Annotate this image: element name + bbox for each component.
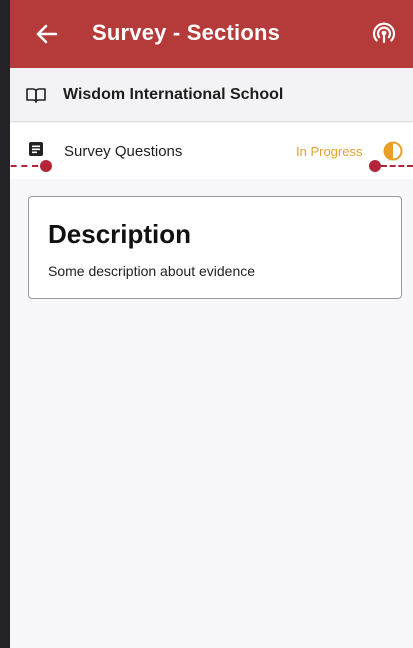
back-button[interactable] [34,22,60,46]
school-name: Wisdom International School [63,86,284,103]
podcast-button[interactable] [371,21,397,47]
connector-line-left [10,165,38,167]
podcast-icon [372,22,396,44]
arrow-left-icon [36,24,58,44]
description-title: Description [48,219,192,249]
half-circle-icon [383,141,403,161]
status-badge: In Progress [296,144,363,159]
app-screen: Survey - Sections Wisdom International S… [10,0,413,648]
connector-line-right [381,165,413,167]
connector-dot-left [40,160,52,172]
page-title: Survey - Sections [92,20,281,45]
document-icon [29,142,43,156]
school-header: Wisdom International School [10,68,413,122]
section-label: Survey Questions [64,143,183,160]
description-card: Description Some description about evide… [28,196,402,299]
description-text: Some description about evidence [48,263,256,279]
section-item-survey-questions[interactable]: Survey Questions In Progress [10,123,413,179]
app-bar: Survey - Sections [10,0,413,68]
background-strip [0,0,10,648]
book-open-icon [26,88,46,103]
connector-dot-right [369,160,381,172]
